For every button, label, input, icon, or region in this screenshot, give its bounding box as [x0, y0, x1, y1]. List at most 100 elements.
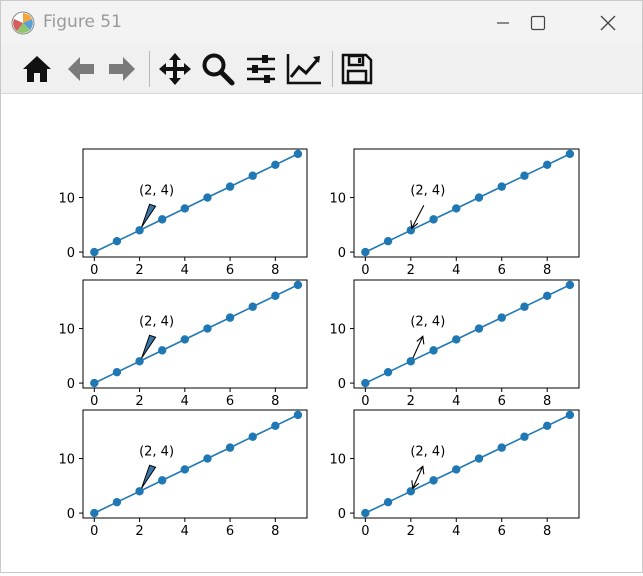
y-tick-label: 10	[58, 323, 75, 338]
x-tick-label: 0	[90, 263, 98, 278]
toolbar-separator	[332, 51, 333, 87]
title-bar: Figure 51	[1, 1, 642, 45]
x-tick-label: 2	[135, 394, 143, 409]
x-tick-label: 8	[271, 524, 279, 539]
x-tick-label: 6	[226, 394, 234, 409]
data-point	[474, 454, 484, 463]
sliders-icon	[247, 55, 275, 83]
x-tick-label: 2	[407, 524, 415, 539]
data-point	[429, 346, 438, 355]
x-tick-label: 0	[361, 524, 369, 539]
x-tick-label: 2	[407, 394, 415, 409]
data-point	[497, 313, 506, 322]
window-title: Figure 51	[43, 12, 122, 32]
data-point	[157, 476, 167, 485]
back-button[interactable]	[61, 49, 101, 89]
line-chart-icon	[286, 54, 321, 85]
data-point	[135, 487, 144, 496]
data-point	[135, 357, 144, 366]
x-tick-label: 2	[407, 263, 415, 278]
data-point	[565, 280, 575, 290]
x-tick-label: 0	[361, 394, 369, 409]
figure-window: Figure 51 0 2 4 6 8 0 10 (2, 4) 0 2 4 6 …	[0, 0, 643, 573]
data-point	[90, 508, 99, 518]
x-tick-label: 8	[543, 394, 551, 409]
zoom-button[interactable]	[198, 49, 238, 89]
x-tick-label: 8	[271, 394, 279, 409]
x-tick-label: 6	[498, 394, 506, 409]
close-icon	[600, 15, 616, 31]
x-tick-label: 4	[181, 524, 189, 539]
annotation-label: (2, 4)	[139, 444, 174, 459]
y-tick-label: 0	[67, 377, 75, 392]
data-point	[293, 149, 303, 159]
forward-button[interactable]	[102, 49, 142, 89]
y-tick-label: 10	[58, 192, 75, 207]
data-point	[112, 497, 122, 507]
data-point	[429, 215, 438, 224]
data-point	[452, 335, 461, 344]
data-point	[157, 346, 167, 355]
y-tick-label: 10	[329, 323, 346, 338]
data-point	[383, 497, 393, 507]
data-point	[542, 421, 552, 431]
data-point	[271, 160, 280, 170]
annotation-label: (2, 4)	[410, 183, 445, 198]
navigation-toolbar	[1, 45, 642, 94]
configure-subplots-button[interactable]	[241, 49, 281, 89]
close-button[interactable]	[573, 1, 643, 45]
pan-button[interactable]	[155, 49, 195, 89]
data-point	[383, 236, 393, 246]
data-point	[271, 291, 280, 301]
data-point	[542, 291, 552, 301]
y-tick-label: 0	[338, 507, 346, 522]
x-tick-label: 4	[452, 394, 460, 409]
data-point	[203, 193, 212, 202]
x-tick-label: 0	[90, 394, 98, 409]
home-button[interactable]	[17, 49, 57, 89]
data-point	[497, 443, 506, 452]
data-point	[542, 160, 552, 170]
data-point	[361, 508, 370, 518]
floppy-disk-icon	[341, 53, 373, 85]
data-point	[497, 182, 506, 191]
subplots-figure[interactable]: 0 2 4 6 8 0 10 (2, 4) 0 2 4 6 8 0 10 (2, 4) 0 2 4 6 8 0 10 (2, …	[1, 94, 642, 572]
data-point	[429, 476, 438, 485]
x-tick-label: 8	[271, 263, 279, 278]
data-point	[180, 335, 190, 344]
maximize-button[interactable]	[503, 1, 573, 45]
data-point	[225, 443, 235, 452]
data-point	[520, 432, 529, 441]
edit-axis-button[interactable]	[284, 49, 324, 89]
data-point	[474, 193, 484, 202]
data-point	[225, 313, 235, 322]
figure-canvas[interactable]: 0 2 4 6 8 0 10 (2, 4) 0 2 4 6 8 0 10 (2, 4) 0 2 4 6 8 0 10 (2, …	[1, 94, 642, 572]
data-point	[157, 215, 167, 224]
y-tick-label: 0	[338, 377, 346, 392]
x-tick-label: 0	[90, 524, 98, 539]
toolbar-separator	[149, 51, 150, 87]
data-point	[112, 236, 122, 246]
x-tick-label: 2	[135, 263, 143, 278]
matplotlib-logo-icon	[11, 11, 35, 35]
y-tick-label: 0	[338, 246, 346, 261]
arrow-right-icon	[109, 57, 135, 81]
save-button[interactable]	[337, 49, 377, 89]
x-tick-label: 0	[361, 263, 369, 278]
move-icon	[159, 53, 191, 85]
data-point	[248, 302, 257, 311]
data-point	[90, 378, 99, 388]
data-point	[406, 357, 416, 366]
data-point	[565, 149, 575, 159]
data-point	[225, 182, 235, 191]
data-point	[248, 432, 257, 441]
y-tick-label: 0	[67, 246, 75, 261]
data-point	[474, 324, 484, 333]
data-point	[293, 410, 303, 420]
y-tick-label: 10	[329, 453, 346, 468]
x-tick-label: 4	[452, 263, 460, 278]
data-point	[452, 204, 461, 213]
data-point	[361, 378, 370, 388]
x-tick-label: 8	[543, 263, 551, 278]
annotation-label: (2, 4)	[410, 314, 445, 329]
